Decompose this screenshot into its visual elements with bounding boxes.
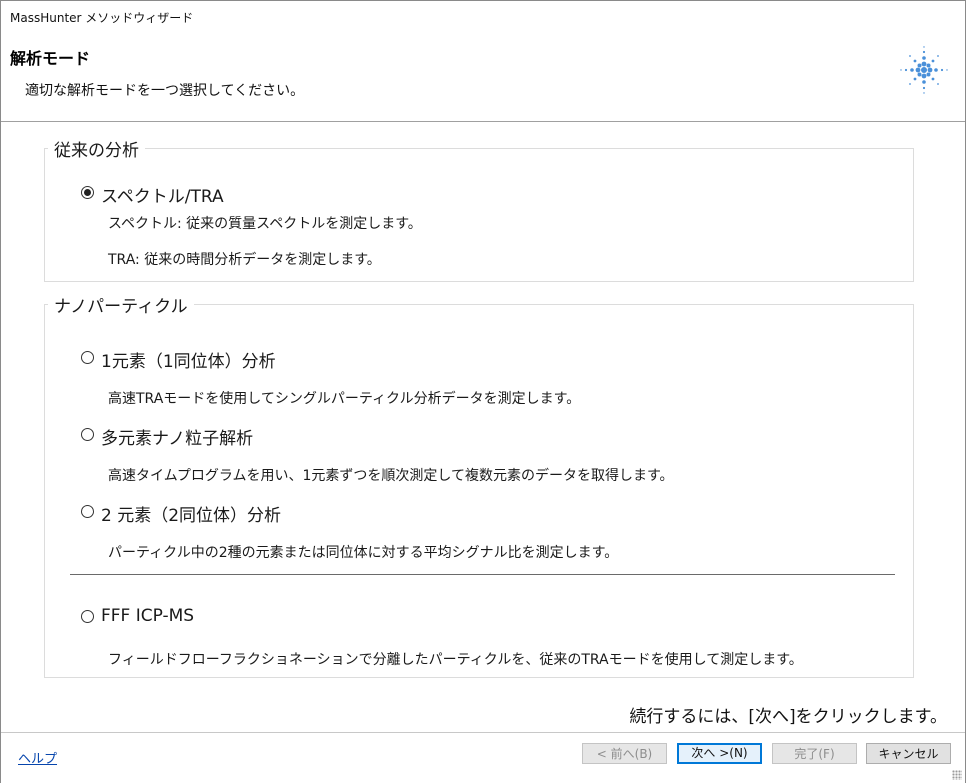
option-single-element-desc: 高速TRAモードを使用してシングルパーティクル分析データを測定します。 (108, 391, 581, 407)
option-fff-icp-ms-desc: フィールドフローフラクショネーションで分離したパーティクルを、従来のTRAモード… (108, 652, 803, 668)
window-title: MassHunter メソッドウィザード (10, 11, 194, 25)
continue-instruction: 続行するには、[次へ]をクリックします。 (629, 707, 947, 727)
option-two-element-desc: パーティクル中の2種の元素または同位体に対する平均シグナル比を測定します。 (108, 545, 619, 561)
title-bar[interactable]: MassHunter メソッドウィザード (1, 1, 965, 33)
options-divider (70, 574, 895, 575)
help-link[interactable]: ヘルプ (18, 748, 57, 767)
option-fff-icp-ms-label[interactable]: FFF ICP-MS (101, 606, 194, 626)
wizard-header: 解析モード 適切な解析モードを一つ選択してください。 (1, 33, 965, 122)
back-button[interactable]: < 前へ(B) (582, 743, 667, 764)
resize-grip-icon[interactable] (952, 770, 962, 780)
option-spectrum-desc: スペクトル: 従来の質量スペクトルを測定します。 (108, 216, 422, 232)
wizard-window: MassHunter メソッドウィザード 解析モード 適切な解析モードを一つ選択… (0, 0, 966, 783)
option-multi-element-label[interactable]: 多元素ナノ粒子解析 (101, 424, 253, 449)
page-title: 解析モード (10, 49, 91, 68)
finish-button[interactable]: 完了(F) (772, 743, 857, 764)
option-single-element-label[interactable]: 1元素（1同位体）分析 (101, 347, 276, 372)
radio-two-element[interactable] (81, 505, 94, 518)
radio-multi-element[interactable] (81, 428, 94, 441)
wizard-footer: ヘルプ < 前へ(B) 次へ >(N) 完了(F) キャンセル (1, 732, 965, 783)
cancel-button[interactable]: キャンセル (866, 743, 951, 764)
next-button[interactable]: 次へ >(N) (677, 743, 762, 764)
option-two-element-label[interactable]: 2 元素（2同位体）分析 (101, 501, 281, 526)
page-subtitle: 適切な解析モードを一つ選択してください。 (25, 83, 305, 99)
radio-spectrum-tra[interactable] (81, 186, 94, 199)
option-tra-desc: TRA: 従来の時間分析データを測定します。 (108, 252, 381, 268)
option-spectrum-tra-label[interactable]: スペクトル/TRA (101, 182, 224, 207)
group-nanoparticle-label: ナノパーティクル (48, 292, 194, 317)
agilent-spark-logo-icon (900, 46, 948, 94)
radio-single-element[interactable] (81, 351, 94, 364)
radio-fff-icp-ms[interactable] (81, 610, 94, 623)
option-multi-element-desc: 高速タイムプログラムを用い、1元素ずつを順次測定して複数元素のデータを取得します… (108, 468, 674, 484)
group-conventional-label: 従来の分析 (48, 136, 145, 161)
